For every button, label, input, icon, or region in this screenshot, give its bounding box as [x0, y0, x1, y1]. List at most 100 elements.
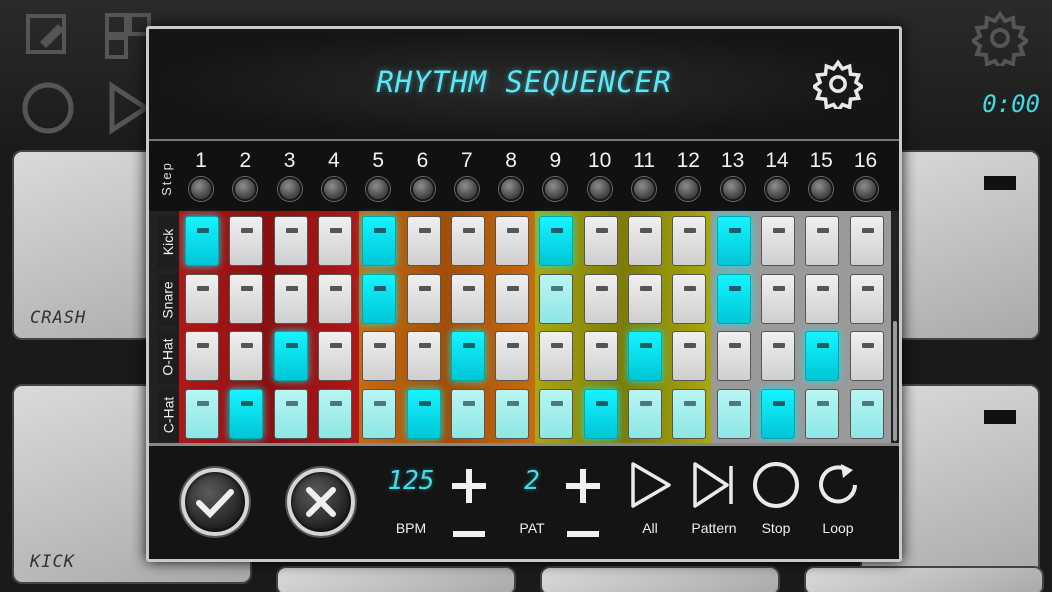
step-cell[interactable] — [849, 331, 884, 381]
step-cell[interactable] — [583, 331, 618, 381]
confirm-button[interactable] — [181, 468, 249, 536]
step-cell[interactable] — [539, 216, 574, 266]
pattern-increase-button[interactable] — [563, 466, 603, 506]
step-cell[interactable] — [362, 216, 397, 266]
step-cell[interactable] — [450, 273, 485, 324]
play-pattern-label: Pattern — [691, 520, 737, 536]
step-cell[interactable] — [760, 216, 795, 266]
step-cell[interactable] — [583, 273, 618, 324]
edit-icon[interactable] — [24, 12, 72, 65]
plus-icon — [452, 469, 486, 503]
track-label: O-Hat — [160, 338, 176, 376]
step-cell[interactable] — [805, 388, 840, 439]
grid-scrollbar[interactable] — [891, 211, 899, 443]
step-cell[interactable] — [849, 216, 884, 266]
step-cell[interactable] — [362, 331, 397, 381]
pattern-label: PAT — [519, 520, 545, 536]
step-cell[interactable] — [539, 388, 574, 439]
step-cell[interactable] — [716, 331, 751, 381]
step-cell[interactable] — [406, 216, 441, 266]
step-cell[interactable] — [406, 388, 441, 439]
step-cell[interactable] — [406, 331, 441, 381]
step-cell[interactable] — [495, 273, 530, 324]
step-indicator-led — [809, 177, 834, 201]
step-cell[interactable] — [805, 273, 840, 324]
step-cell[interactable] — [716, 388, 751, 439]
step-number: 9 — [549, 149, 562, 172]
step-cell[interactable] — [716, 273, 751, 324]
step-cell[interactable] — [849, 273, 884, 324]
step-cell[interactable] — [628, 216, 662, 266]
step-cell[interactable] — [805, 331, 840, 381]
play-pattern-button[interactable] — [689, 460, 739, 510]
step-cell[interactable] — [450, 388, 485, 439]
minus-icon — [453, 531, 485, 537]
grid-view-icon[interactable] — [104, 12, 152, 60]
step-cell[interactable] — [672, 331, 707, 381]
step-cell[interactable] — [760, 388, 795, 439]
step-cell[interactable] — [805, 216, 840, 266]
step-cell[interactable] — [273, 273, 308, 324]
step-cell[interactable] — [450, 216, 485, 266]
sequencer-settings-button[interactable] — [810, 59, 866, 114]
step-cell[interactable] — [185, 388, 219, 439]
step-cell[interactable] — [628, 388, 662, 439]
record-icon[interactable] — [20, 80, 76, 136]
step-cell[interactable] — [317, 331, 352, 381]
step-cell[interactable] — [450, 331, 485, 381]
step-cell[interactable] — [406, 273, 441, 324]
step-cell[interactable] — [760, 273, 795, 324]
bpm-decrease-button[interactable] — [449, 514, 489, 554]
step-cell[interactable] — [185, 273, 219, 324]
step-cell[interactable] — [273, 331, 308, 381]
pad-label: CRASH — [30, 308, 87, 328]
step-cell[interactable] — [672, 216, 707, 266]
stop-button[interactable] — [751, 460, 801, 510]
step-cell[interactable] — [849, 388, 884, 439]
step-cell[interactable] — [539, 273, 574, 324]
step-cell[interactable] — [628, 331, 662, 381]
step-number: 14 — [765, 149, 789, 172]
step-cell[interactable] — [273, 388, 308, 439]
step-cell[interactable] — [362, 388, 397, 439]
step-cell[interactable] — [672, 388, 707, 439]
step-cell[interactable] — [317, 273, 352, 324]
drum-pad-bottom-2[interactable] — [540, 566, 780, 592]
play-all-button[interactable] — [625, 460, 675, 510]
step-cell[interactable] — [583, 388, 618, 439]
drum-pad-bottom-1[interactable] — [276, 566, 516, 592]
step-cell[interactable] — [495, 388, 530, 439]
cancel-button[interactable] — [287, 468, 355, 536]
step-column: 6 — [403, 149, 443, 201]
step-cell[interactable] — [672, 273, 707, 324]
step-cell[interactable] — [317, 388, 352, 439]
plus-icon — [566, 469, 600, 503]
step-cell[interactable] — [317, 216, 352, 266]
drum-pad-bottom-3[interactable] — [804, 566, 1044, 592]
step-column: 12 — [668, 149, 708, 201]
step-cell[interactable] — [229, 331, 264, 381]
pattern-decrease-button[interactable] — [563, 514, 603, 554]
step-cell[interactable] — [495, 216, 530, 266]
step-cell[interactable] — [539, 331, 574, 381]
step-cell[interactable] — [583, 216, 618, 266]
step-cell[interactable] — [185, 331, 219, 381]
settings-gear-icon[interactable] — [969, 10, 1031, 72]
step-cell[interactable] — [273, 216, 308, 266]
step-cell[interactable] — [628, 273, 662, 324]
play-icon[interactable] — [106, 80, 151, 136]
step-cell[interactable] — [495, 331, 530, 381]
pad-led — [984, 176, 1016, 190]
step-cell[interactable] — [362, 273, 397, 324]
step-cell[interactable] — [229, 273, 264, 324]
step-cell[interactable] — [760, 331, 795, 381]
step-cell[interactable] — [229, 216, 264, 266]
step-cell[interactable] — [229, 388, 264, 439]
step-number: 7 — [460, 149, 473, 172]
step-number: 1 — [195, 149, 207, 172]
bpm-increase-button[interactable] — [449, 466, 489, 506]
scrollbar-thumb[interactable] — [893, 321, 897, 441]
step-cell[interactable] — [716, 216, 751, 266]
loop-button[interactable] — [813, 460, 863, 510]
step-cell[interactable] — [185, 216, 219, 266]
